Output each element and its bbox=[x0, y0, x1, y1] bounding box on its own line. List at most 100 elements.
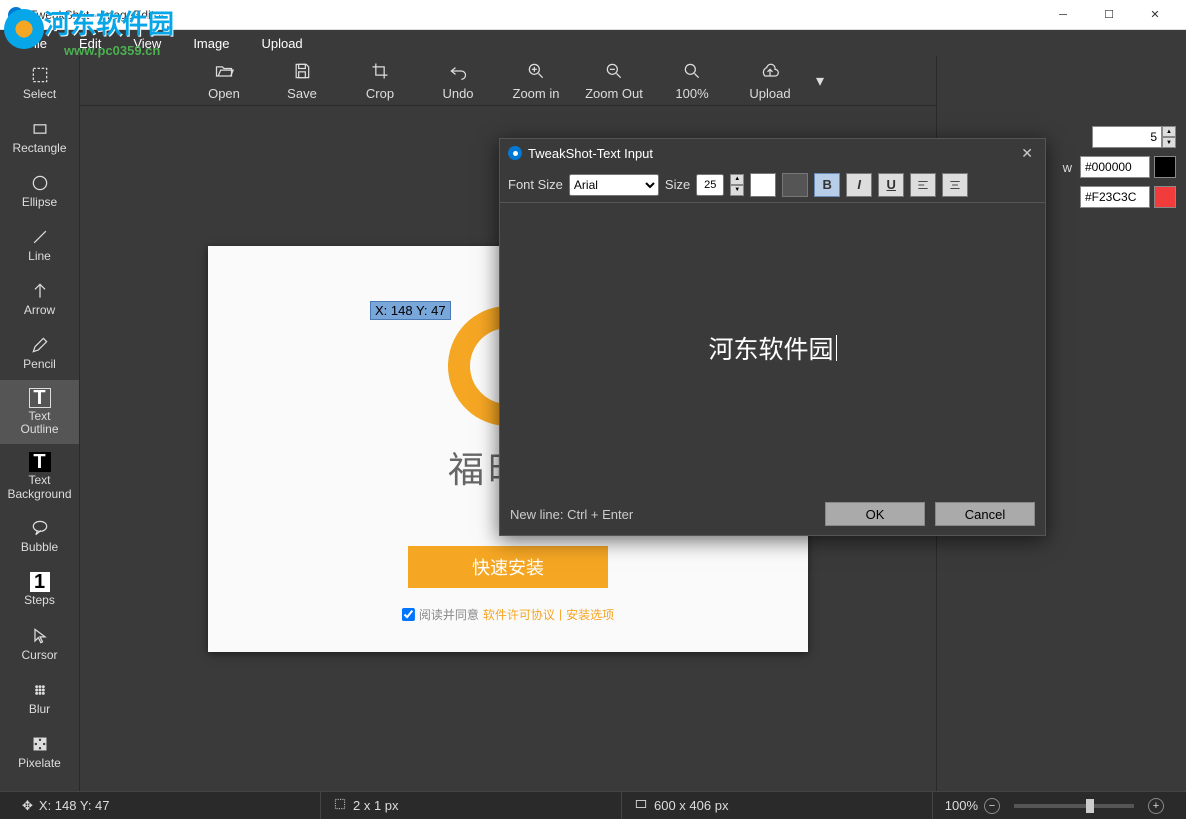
size-label: Size bbox=[665, 177, 690, 192]
bold-button[interactable]: B bbox=[814, 173, 840, 197]
toolbar-upload-dropdown[interactable]: ▾ bbox=[810, 58, 830, 104]
tool-bubble[interactable]: Bubble bbox=[0, 509, 79, 563]
toolbar-zoom-100[interactable]: 100% bbox=[654, 58, 730, 104]
tool-rectangle[interactable]: Rectangle bbox=[0, 110, 79, 164]
close-button[interactable]: ✕ bbox=[1132, 0, 1178, 30]
status-selection: 2 x 1 px bbox=[353, 798, 399, 813]
tool-pixelate[interactable]: Pixelate bbox=[0, 725, 79, 779]
dialog-app-icon bbox=[508, 146, 522, 160]
ellipse-icon bbox=[30, 172, 50, 194]
left-toolbar: Select Rectangle Ellipse Line Arrow Penc… bbox=[0, 56, 80, 791]
tool-cursor[interactable]: Cursor bbox=[0, 617, 79, 671]
underline-button[interactable]: U bbox=[878, 173, 904, 197]
statusbar: ✥ X: 148 Y: 47 2 x 1 px 600 x 406 px 100… bbox=[0, 791, 1186, 819]
toolbar-zoom-in[interactable]: Zoom in bbox=[498, 58, 574, 104]
toolbar-save[interactable]: Save bbox=[264, 58, 340, 104]
toolbar-zoom-out[interactable]: Zoom Out bbox=[576, 58, 652, 104]
save-icon bbox=[292, 61, 312, 86]
arrow-icon bbox=[30, 280, 50, 302]
dialog-footer: New line: Ctrl + Enter OK Cancel bbox=[500, 493, 1045, 535]
tool-pencil[interactable]: Pencil bbox=[0, 326, 79, 380]
align-center-button[interactable] bbox=[942, 173, 968, 197]
prop-fill-swatch[interactable] bbox=[1154, 186, 1176, 208]
status-coords: X: 148 Y: 47 bbox=[39, 798, 110, 813]
toolbar-open[interactable]: Open bbox=[186, 58, 262, 104]
canvas-agree-checkbox bbox=[402, 608, 415, 621]
menubar: File Edit View Image Upload bbox=[0, 30, 1186, 56]
prop-size-spinner[interactable]: ▲▼ bbox=[1162, 126, 1176, 148]
text-color-white[interactable] bbox=[750, 173, 776, 197]
tool-text-outline[interactable]: T Text Outline bbox=[0, 380, 79, 444]
bubble-icon bbox=[30, 517, 50, 539]
text-bg-icon: T bbox=[29, 452, 51, 472]
window-title: TweakShot - ImageEditor bbox=[30, 8, 1040, 22]
menu-upload[interactable]: Upload bbox=[245, 30, 318, 56]
status-zoom: 100% bbox=[945, 798, 978, 813]
font-select[interactable]: Arial bbox=[569, 174, 659, 196]
zoom-out-icon bbox=[604, 61, 624, 86]
tool-steps[interactable]: 1 Steps bbox=[0, 563, 79, 617]
prop-outline-label: w bbox=[1063, 160, 1072, 175]
align-left-button[interactable] bbox=[910, 173, 936, 197]
tool-ellipse[interactable]: Ellipse bbox=[0, 164, 79, 218]
top-toolbar: Open Save Crop Undo Zoom in Zoom Out bbox=[80, 56, 936, 106]
maximize-button[interactable]: ☐ bbox=[1086, 0, 1132, 30]
dialog-text-area[interactable]: 河东软件园 bbox=[500, 203, 1045, 493]
menu-edit[interactable]: Edit bbox=[63, 30, 117, 56]
menu-file[interactable]: File bbox=[10, 30, 63, 56]
canvas-install-button: 快速安装 bbox=[408, 546, 608, 588]
size-input[interactable] bbox=[696, 174, 724, 196]
prop-outline-swatch[interactable] bbox=[1154, 156, 1176, 178]
tool-arrow[interactable]: Arrow bbox=[0, 272, 79, 326]
menu-image[interactable]: Image bbox=[177, 30, 245, 56]
canvas-agree-row: 阅读并同意 软件许可协议 | 安装选项 bbox=[402, 606, 614, 623]
tool-text-background[interactable]: T Text Background bbox=[0, 444, 79, 508]
dialog-text-content: 河东软件园 bbox=[708, 330, 833, 366]
font-label: Font Size bbox=[508, 177, 563, 192]
dialog-titlebar[interactable]: TweakShot-Text Input ✕ bbox=[500, 139, 1045, 167]
ok-button[interactable]: OK bbox=[825, 502, 925, 526]
size-spinner[interactable]: ▲▼ bbox=[730, 174, 744, 196]
tool-blur[interactable]: Blur bbox=[0, 671, 79, 725]
dialog-title: TweakShot-Text Input bbox=[528, 146, 1017, 161]
rectangle-icon bbox=[30, 118, 50, 140]
open-icon bbox=[214, 61, 234, 86]
text-cursor bbox=[836, 335, 837, 361]
tool-select[interactable]: Select bbox=[0, 56, 79, 110]
steps-icon: 1 bbox=[30, 572, 50, 592]
zoom-in-button[interactable]: + bbox=[1148, 798, 1164, 814]
dialog-toolbar: Font Size Arial Size ▲▼ B I U bbox=[500, 167, 1045, 203]
minimize-button[interactable]: ─ bbox=[1040, 0, 1086, 30]
status-dimensions: 600 x 406 px bbox=[654, 798, 728, 813]
toolbar-undo[interactable]: Undo bbox=[420, 58, 496, 104]
text-input-dialog: TweakShot-Text Input ✕ Font Size Arial S… bbox=[499, 138, 1046, 536]
menu-view[interactable]: View bbox=[117, 30, 177, 56]
prop-fill-input[interactable] bbox=[1080, 186, 1150, 208]
coord-tooltip: X: 148 Y: 47 bbox=[370, 301, 451, 320]
prop-outline-input[interactable] bbox=[1080, 156, 1150, 178]
pencil-icon bbox=[30, 334, 50, 356]
tool-line[interactable]: Line bbox=[0, 218, 79, 272]
cancel-button[interactable]: Cancel bbox=[935, 502, 1035, 526]
select-icon bbox=[30, 64, 50, 86]
cursor-icon bbox=[30, 625, 50, 647]
crop-icon bbox=[370, 61, 390, 86]
dimensions-icon bbox=[634, 797, 648, 814]
zoom-slider[interactable] bbox=[1014, 804, 1134, 808]
zoom-in-icon bbox=[526, 61, 546, 86]
undo-icon bbox=[448, 61, 468, 86]
italic-button[interactable]: I bbox=[846, 173, 872, 197]
toolbar-crop[interactable]: Crop bbox=[342, 58, 418, 104]
toolbar-upload[interactable]: Upload bbox=[732, 58, 808, 104]
text-color-gray[interactable] bbox=[782, 173, 808, 197]
app-icon bbox=[8, 7, 24, 23]
zoom-fit-icon bbox=[682, 61, 702, 86]
zoom-out-button[interactable]: − bbox=[984, 798, 1000, 814]
dialog-hint: New line: Ctrl + Enter bbox=[510, 507, 815, 522]
line-icon bbox=[30, 226, 50, 248]
upload-icon bbox=[760, 61, 780, 86]
pixelate-icon bbox=[30, 733, 50, 755]
prop-size-input[interactable] bbox=[1092, 126, 1162, 148]
dialog-close-button[interactable]: ✕ bbox=[1017, 145, 1037, 162]
text-outline-icon: T bbox=[29, 388, 51, 408]
